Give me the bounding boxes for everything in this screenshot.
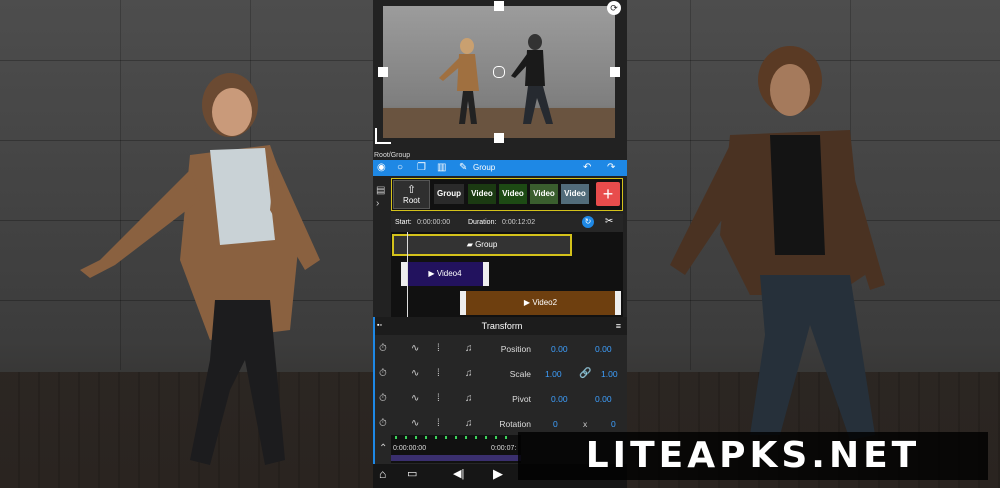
toolbar-title: Group	[473, 163, 496, 172]
video-clip-icon: ▶	[428, 269, 435, 278]
start-label: Start:	[395, 219, 412, 226]
music-note-icon[interactable]: ♫	[465, 418, 473, 429]
sync-icon[interactable]: ↻	[582, 216, 594, 228]
panel-title: Transform ≡ ▪▫	[375, 317, 627, 335]
layer-strip: ⇧ Root Group Video Video Video Video +	[391, 178, 623, 211]
video-clip-icon: ▶	[523, 298, 531, 307]
layers-icon[interactable]: ▤	[376, 185, 385, 196]
music-note-icon[interactable]: ♫	[465, 343, 473, 354]
separator-x: x	[583, 419, 588, 429]
undo-icon[interactable]: ↶	[583, 162, 591, 174]
keyframe-icon[interactable]: ⁞	[437, 393, 440, 404]
edit-icon[interactable]: ✎	[459, 162, 467, 174]
step-back-icon[interactable]: ◀|	[453, 467, 464, 480]
transform-row-position[interactable]: ⏱ ∿ ⁞ ♫ Position 0.00 0.00	[375, 337, 627, 361]
corner-handle-icon[interactable]	[375, 128, 391, 144]
mini-time-current: 0:00:07:	[491, 445, 517, 452]
video-preview[interactable]: ⟳	[375, 1, 621, 144]
man-figure	[670, 46, 885, 440]
transform-row-scale[interactable]: ⏱ ∿ ⁞ ♫ Scale 1.00 🔗 1.00	[375, 362, 627, 386]
graph-icon[interactable]: ∿	[411, 368, 419, 379]
timeline-info-bar: Start: 0:00:00:00 Duration: 0:00:12:02 ↻…	[391, 214, 623, 232]
mini-time-start: 0:00:00:00	[393, 445, 427, 452]
keyframe-icon[interactable]: ⁞	[437, 343, 440, 354]
transform-row-pivot[interactable]: ⏱ ∿ ⁞ ♫ Pivot 0.00 0.00	[375, 387, 627, 411]
value-x[interactable]: 0.00	[551, 344, 568, 354]
chevron-right-icon[interactable]: ›	[376, 198, 385, 209]
stopwatch-icon[interactable]: ⏱	[379, 393, 387, 404]
folder-icon: ▰	[466, 240, 473, 249]
value-x[interactable]: 0.00	[551, 394, 568, 404]
eye-icon[interactable]: ◉	[377, 162, 386, 174]
keyframe-icon[interactable]: ⁞	[437, 368, 440, 379]
copy-icon[interactable]: ❐	[417, 162, 426, 174]
mini-track	[391, 455, 521, 461]
graph-icon[interactable]: ∿	[411, 343, 419, 354]
graph-icon[interactable]: ∿	[411, 393, 419, 404]
rotate-handle-icon[interactable]: ⟳	[607, 1, 621, 15]
stopwatch-icon[interactable]: ⏱	[379, 418, 387, 429]
chat-icon[interactable]: ▭	[407, 467, 417, 480]
link-icon[interactable]: 🔗	[579, 368, 591, 379]
graph-icon[interactable]: ∿	[411, 418, 419, 429]
row-label: Scale	[509, 369, 531, 379]
watermark: LITEAPKS.NET	[518, 432, 988, 480]
track-video4[interactable]: ▶ Video4	[401, 262, 489, 286]
menu-icon[interactable]: ≡	[616, 317, 621, 335]
value-y[interactable]: 1.00	[601, 369, 618, 379]
music-note-icon[interactable]: ♫	[465, 393, 473, 404]
value-y[interactable]: 0.00	[595, 344, 612, 354]
layer-chip-group[interactable]: Group	[434, 184, 464, 204]
play-icon[interactable]: ▶	[493, 466, 503, 482]
layer-toolbar: ◉ ○ ❐ ▥ ✎ Group ↶ ↷	[373, 160, 627, 176]
duration-value: 0:00:12:02	[502, 219, 536, 226]
row-label: Rotation	[499, 419, 531, 429]
music-note-icon[interactable]: ♫	[465, 368, 473, 379]
stopwatch-icon[interactable]: ⏱	[379, 343, 387, 354]
keyframe-icon[interactable]: ⁞	[437, 418, 440, 429]
layer-chip-video[interactable]: Video	[530, 184, 558, 204]
scissors-icon[interactable]: ✂	[605, 216, 613, 227]
value-x[interactable]: 0	[553, 419, 558, 429]
mini-timeline[interactable]: 0:00:00:00 0:00:07:	[391, 435, 521, 463]
row-label: Pivot	[512, 394, 531, 404]
track-video2[interactable]: ▶ Video2	[460, 291, 621, 315]
start-value: 0:00:00:00	[417, 219, 451, 226]
upload-icon: ⇧	[406, 184, 417, 196]
track-group[interactable]: ▰ Group	[392, 234, 572, 256]
value-x[interactable]: 1.00	[545, 369, 562, 379]
circle-icon[interactable]: ○	[397, 162, 403, 174]
add-layer-button[interactable]: +	[596, 182, 620, 206]
timeline-tracks: ▰ Group ▶ Video4 ▶ Video2	[391, 232, 623, 317]
value-y[interactable]: 0	[611, 419, 616, 429]
keyframe-markers	[395, 436, 515, 439]
row-label: Position	[500, 344, 531, 354]
layer-chip-video[interactable]: Video	[499, 184, 527, 204]
side-panel-toggle[interactable]: ▤ ›	[376, 185, 385, 209]
crosshair-icon	[493, 66, 505, 78]
trash-icon[interactable]: ▥	[437, 162, 446, 174]
value-y[interactable]: 0.00	[595, 394, 612, 404]
root-label: Root	[403, 196, 420, 205]
duration-label: Duration:	[468, 219, 497, 226]
home-icon[interactable]: ⌂	[379, 467, 386, 481]
collapse-icon[interactable]: ▪▫	[377, 317, 382, 335]
app-window: ⟳ Root/Group ◉ ○ ❐ ▥ ✎ Group ↶ ↷ ▤ › ⇧ R…	[373, 0, 627, 488]
layer-chip-video[interactable]: Video	[561, 184, 589, 204]
breadcrumb: Root/Group	[374, 152, 411, 159]
chevron-up-icon[interactable]: ⌃	[379, 443, 387, 454]
layer-chip-video[interactable]: Video	[468, 184, 496, 204]
playhead[interactable]	[407, 232, 408, 317]
redo-icon[interactable]: ↷	[607, 162, 615, 174]
woman-figure	[80, 73, 320, 465]
root-button[interactable]: ⇧ Root	[393, 180, 430, 209]
stopwatch-icon[interactable]: ⏱	[379, 368, 387, 379]
